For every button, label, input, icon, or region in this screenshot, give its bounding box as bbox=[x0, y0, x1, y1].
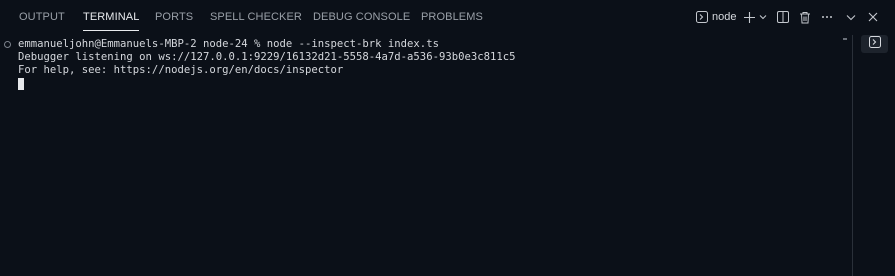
close-icon[interactable] bbox=[867, 9, 879, 25]
tab-terminal[interactable]: TERMINAL bbox=[83, 11, 140, 31]
command-decoration-icon[interactable] bbox=[4, 41, 11, 48]
terminal-output[interactable]: emmanueljohn@Emmanuels-MBP-2 node-24 % n… bbox=[0, 35, 852, 276]
tab-ports[interactable]: PORTS bbox=[155, 11, 193, 23]
chevron-down-icon[interactable] bbox=[758, 9, 768, 25]
terminal-scrollbar[interactable] bbox=[840, 35, 852, 276]
plus-icon[interactable] bbox=[742, 9, 756, 25]
terminal-icon[interactable] bbox=[695, 9, 709, 25]
tab-output[interactable]: OUTPUT bbox=[19, 11, 65, 23]
terminal-instance-node[interactable] bbox=[861, 35, 888, 53]
tab-spell-checker[interactable]: SPELL CHECKER bbox=[210, 11, 302, 23]
panel-tab-bar: OUTPUT TERMINAL PORTS SPELL CHECKER DEBU… bbox=[0, 0, 895, 35]
terminal-cursor bbox=[18, 78, 24, 90]
maximize-chevron-icon[interactable] bbox=[845, 9, 857, 25]
tab-debug-console[interactable]: DEBUG CONSOLE bbox=[313, 11, 410, 23]
terminal-name-label[interactable]: node bbox=[712, 11, 736, 23]
tab-problems[interactable]: PROBLEMS bbox=[421, 11, 483, 23]
terminal-panel: OUTPUT TERMINAL PORTS SPELL CHECKER DEBU… bbox=[0, 0, 895, 276]
terminal-line: emmanueljohn@Emmanuels-MBP-2 node-24 % n… bbox=[18, 38, 439, 50]
trash-icon[interactable] bbox=[798, 9, 812, 25]
terminal-line: Debugger listening on ws://127.0.0.1:922… bbox=[18, 51, 516, 63]
terminal-line: For help, see: https://nodejs.org/en/doc… bbox=[18, 64, 344, 76]
terminal-icon bbox=[868, 35, 881, 53]
scrollbar-marker bbox=[843, 38, 847, 40]
terminal-tabs-sidebar bbox=[852, 35, 895, 276]
active-tab-indicator bbox=[83, 30, 140, 31]
more-icon[interactable] bbox=[820, 9, 834, 25]
split-icon[interactable] bbox=[776, 9, 790, 25]
tab-terminal-label: TERMINAL bbox=[83, 11, 140, 23]
